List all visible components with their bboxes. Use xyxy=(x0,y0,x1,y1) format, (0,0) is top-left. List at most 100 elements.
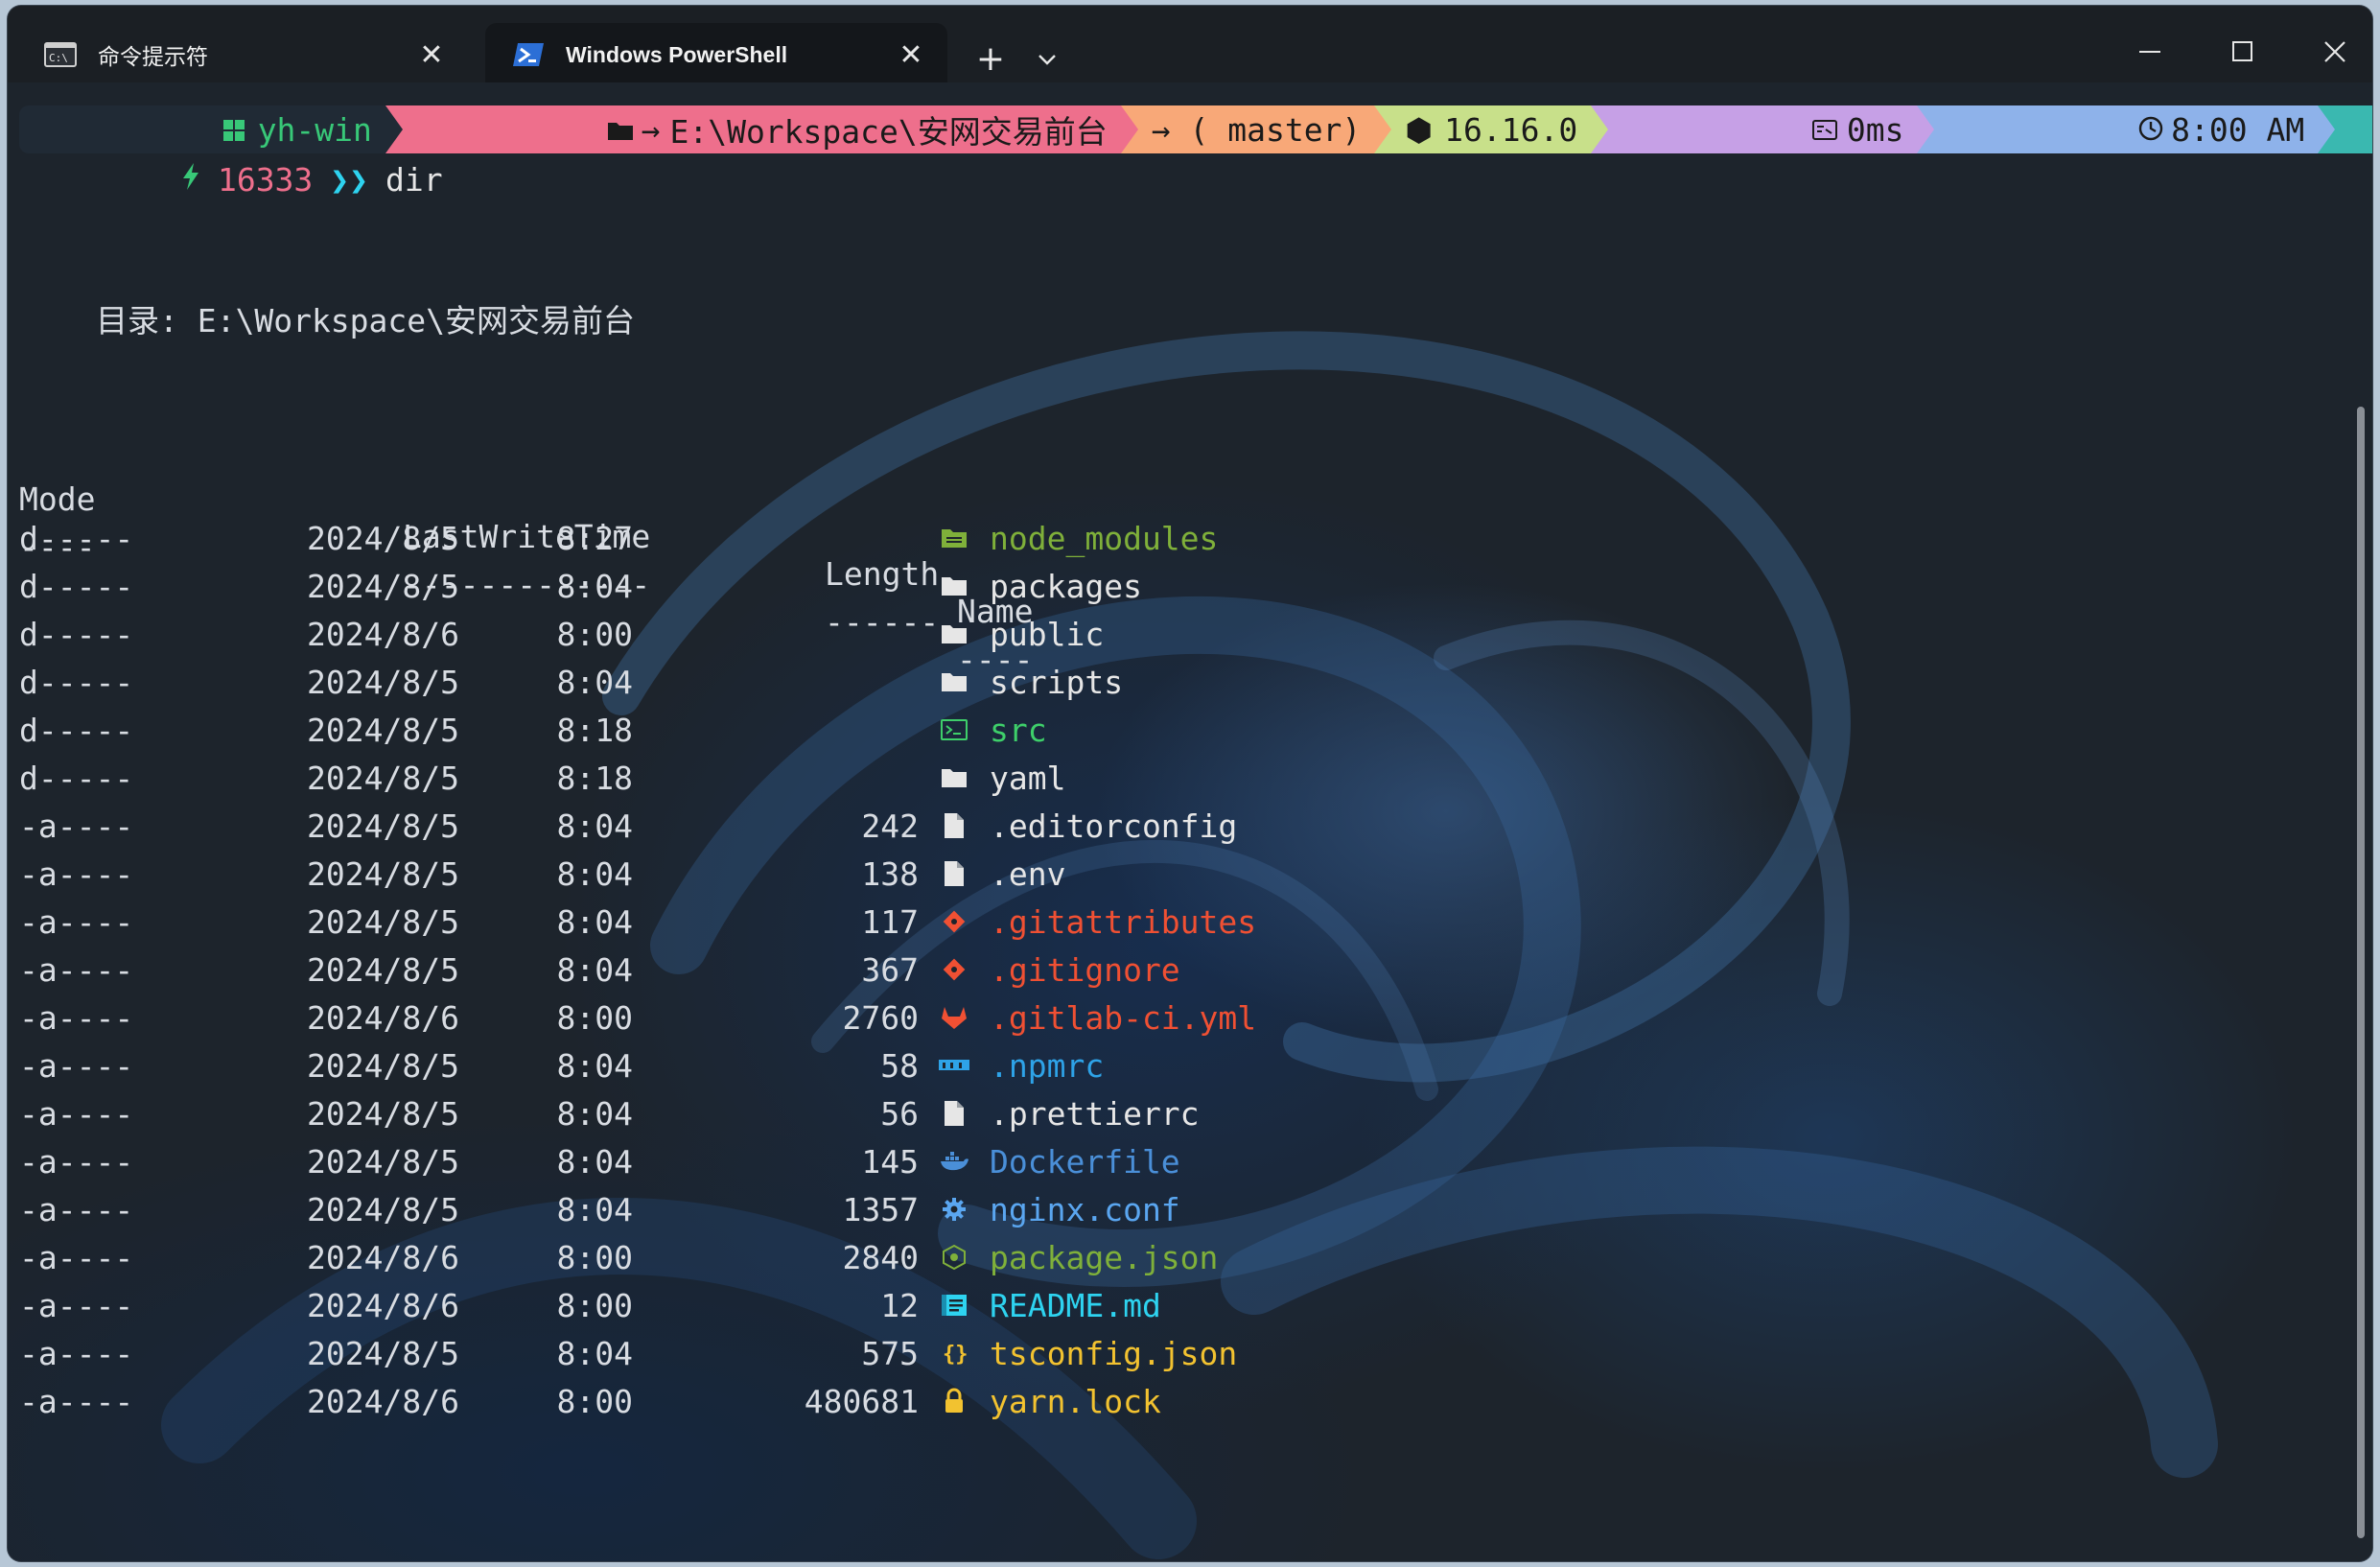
prompt-input-line[interactable]: 16333 ❯❯ dir xyxy=(29,155,443,203)
new-tab-button[interactable]: + xyxy=(968,36,1013,81)
tab-powershell[interactable]: Windows PowerShell ✕ xyxy=(485,23,947,86)
row-filename: package.json xyxy=(990,1238,1219,1276)
row-length: 1357 xyxy=(842,1190,919,1228)
table-row: -a---- 2024/8/5 8:04 117 .gitattributes xyxy=(19,898,1256,946)
prompt-duration: 0ms xyxy=(1846,110,1904,149)
svg-text:C:\: C:\ xyxy=(49,52,68,64)
terminal-pane[interactable]: yh-win → E:\Workspace\安网交易前台 → ( master)… xyxy=(8,82,2372,1561)
table-row: -a---- 2024/8/5 8:04 575 {} tsconfig.json xyxy=(19,1329,1237,1377)
row-date: 2024/8/5 xyxy=(307,1142,459,1181)
row-length: 2840 xyxy=(842,1238,919,1276)
tab-label: 命令提示符 xyxy=(98,44,208,69)
row-mode: -a---- xyxy=(19,1382,134,1420)
svg-text:{}: {} xyxy=(943,1343,967,1367)
row-date: 2024/8/6 xyxy=(307,1238,459,1276)
row-time: 8:04 xyxy=(556,807,633,845)
prompt-node-segment: ⬢ 16.16.0 xyxy=(1391,105,1592,153)
row-filename: .gitlab-ci.yml xyxy=(990,998,1257,1037)
table-row: d----- 2024/8/5 8:04 scripts xyxy=(19,658,1123,706)
close-icon[interactable]: ✕ xyxy=(412,35,451,74)
table-row: -a---- 2024/8/5 8:04 367 .gitignore xyxy=(19,946,1180,994)
row-filename: yaml xyxy=(990,759,1066,797)
row-length: 56 xyxy=(880,1094,919,1133)
row-filename: .editorconfig xyxy=(990,807,1238,845)
table-row: -a---- 2024/8/5 8:04 138 .env xyxy=(19,850,1065,898)
row-mode: -a---- xyxy=(19,1238,134,1276)
row-filename: README.md xyxy=(990,1286,1161,1324)
maximize-button[interactable] xyxy=(2209,25,2276,79)
row-date: 2024/8/6 xyxy=(307,1382,459,1420)
node-icon: ⬢ xyxy=(1405,110,1434,149)
row-time: 8:00 xyxy=(556,1382,633,1420)
row-mode: -a---- xyxy=(19,1190,134,1228)
row-filename: public xyxy=(990,615,1105,653)
folder-icon xyxy=(416,82,634,186)
minimize-button[interactable] xyxy=(2117,25,2184,79)
prompt-duration-segment: 0ms xyxy=(1608,105,1918,153)
table-row: -a---- 2024/8/5 8:04 1357 nginx.conf xyxy=(19,1185,1180,1233)
table-row: d----- 2024/8/5 8:27 node_modules xyxy=(19,514,1218,562)
chevron-down-icon[interactable] xyxy=(1026,38,1068,81)
prompt-node-version: 16.16.0 xyxy=(1444,110,1578,149)
row-filename: .gitignore xyxy=(990,950,1180,989)
row-mode: -a---- xyxy=(19,1286,134,1324)
close-icon[interactable]: ✕ xyxy=(892,35,930,74)
row-filename: yarn.lock xyxy=(990,1382,1161,1420)
table-row: -a---- 2024/8/5 8:04 242 .editorconfig xyxy=(19,802,1237,850)
folder-icon xyxy=(924,766,984,789)
row-filename: tsconfig.json xyxy=(990,1334,1238,1372)
close-window-button[interactable] xyxy=(2301,25,2368,79)
row-time: 8:04 xyxy=(556,950,633,989)
row-filename: .env xyxy=(990,854,1066,893)
row-date: 2024/8/5 xyxy=(307,663,459,701)
row-date: 2024/8/5 xyxy=(307,1190,459,1228)
tab-label: Windows PowerShell xyxy=(566,41,788,67)
cmd-icon: C:\ xyxy=(44,42,77,67)
row-time: 8:04 xyxy=(556,854,633,893)
table-row: -a---- 2024/8/5 8:04 145 Dockerfile xyxy=(19,1137,1180,1185)
row-date: 2024/8/5 xyxy=(307,1334,459,1372)
row-date: 2024/8/5 xyxy=(307,567,459,605)
table-row: d----- 2024/8/5 8:18 yaml xyxy=(19,754,1065,802)
row-mode: d----- xyxy=(19,567,134,605)
braces-icon: {} xyxy=(924,1340,984,1367)
prompt-time: 8:00 AM xyxy=(2171,110,2305,149)
row-date: 2024/8/5 xyxy=(307,807,459,845)
row-mode: -a---- xyxy=(19,1094,134,1133)
row-time: 8:27 xyxy=(556,519,633,557)
row-date: 2024/8/5 xyxy=(307,1046,459,1085)
row-time: 8:00 xyxy=(556,1238,633,1276)
prompt-bar: yh-win → E:\Workspace\安网交易前台 → ( master)… xyxy=(19,105,2372,153)
row-mode: -a---- xyxy=(19,1142,134,1181)
scrollbar[interactable] xyxy=(2357,407,2365,1538)
lightning-icon xyxy=(29,124,200,236)
row-length: 575 xyxy=(861,1334,919,1372)
row-filename: scripts xyxy=(990,663,1124,701)
table-row: -a---- 2024/8/5 8:04 58 .npmrc xyxy=(19,1041,1104,1089)
node-icon xyxy=(924,1244,984,1271)
row-length: 480681 xyxy=(804,1382,919,1420)
table-row: -a---- 2024/8/5 8:04 56 .prettierrc xyxy=(19,1089,1200,1137)
table-row: d----- 2024/8/5 8:04 packages xyxy=(19,562,1142,610)
row-filename: nginx.conf xyxy=(990,1190,1180,1228)
row-mode: d----- xyxy=(19,759,134,797)
gear-icon xyxy=(924,1196,984,1223)
terminal-window: C:\ 命令提示符 ✕ Windows PowerShell ✕ + yh-wi… xyxy=(8,6,2372,1561)
prompt-git: → ( master) xyxy=(1151,110,1362,149)
row-mode: d----- xyxy=(19,519,134,557)
row-length: 145 xyxy=(861,1142,919,1181)
tab-cmd[interactable]: C:\ 命令提示符 ✕ xyxy=(17,23,468,86)
row-date: 2024/8/5 xyxy=(307,950,459,989)
row-mode: -a---- xyxy=(19,998,134,1037)
prompt-time-segment: 8:00 AM xyxy=(1934,105,2319,153)
row-mode: -a---- xyxy=(19,854,134,893)
stopwatch-icon xyxy=(1622,82,1837,186)
row-length: 138 xyxy=(861,854,919,893)
row-length: 12 xyxy=(880,1286,919,1324)
directory-label: 目录: E:\Workspace\安网交易前台 xyxy=(96,302,636,339)
prompt-path: E:\Workspace\安网交易前台 xyxy=(669,113,1108,151)
prompt-end-segment xyxy=(2335,105,2372,153)
row-mode: -a---- xyxy=(19,1334,134,1372)
table-row: -a---- 2024/8/6 8:00 12 README.md xyxy=(19,1281,1161,1329)
title-bar: C:\ 命令提示符 ✕ Windows PowerShell ✕ + xyxy=(8,6,2372,86)
